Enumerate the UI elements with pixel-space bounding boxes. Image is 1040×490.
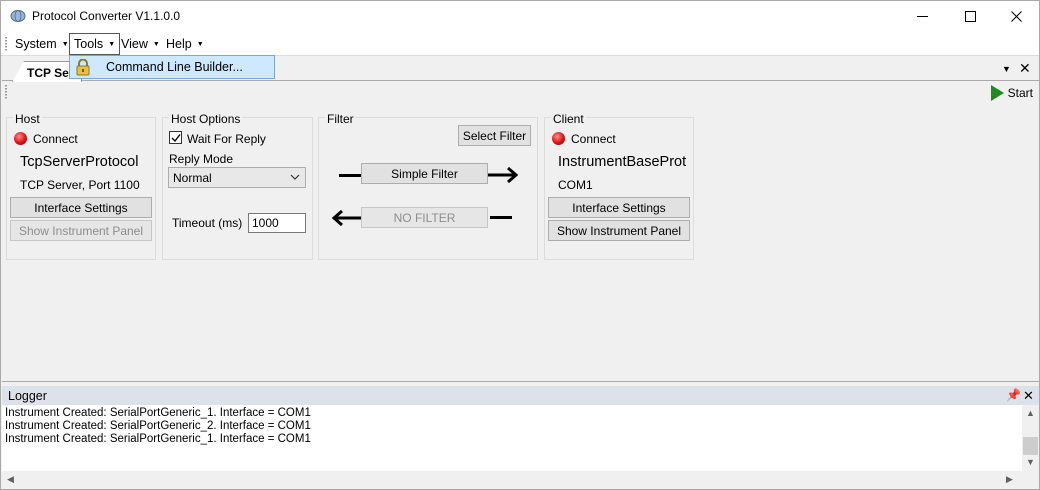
- log-line: Instrument Created: SerialPortGeneric_1.…: [5, 407, 311, 419]
- logger-vertical-scrollbar[interactable]: ▲ ▼: [1022, 405, 1039, 471]
- client-interface-settings-button[interactable]: Interface Settings: [548, 197, 690, 218]
- title-bar: Protocol Converter V1.1.0.0: [1, 1, 1039, 32]
- host-protocol-name: TcpServerProtocol: [20, 154, 139, 170]
- client-connect-led-icon: [552, 132, 565, 145]
- chevron-down-icon: [290, 174, 300, 180]
- toolbar: Start: [2, 82, 1039, 106]
- start-button[interactable]: Start: [990, 85, 1033, 101]
- host-show-instrument-panel-button[interactable]: Show Instrument Panel: [10, 220, 152, 241]
- menu-view[interactable]: View ▼: [117, 33, 164, 55]
- scroll-thumb[interactable]: [1023, 437, 1038, 455]
- select-filter-button[interactable]: Select Filter: [458, 125, 531, 146]
- forward-arrow-tail: [339, 174, 361, 177]
- app-icon: [10, 10, 26, 22]
- host-connect-label: Connect: [33, 132, 78, 146]
- scroll-down-icon[interactable]: ▼: [1026, 457, 1035, 467]
- host-interface-settings-button[interactable]: Interface Settings: [10, 197, 152, 218]
- menu-grip: [5, 37, 7, 51]
- reply-mode-select[interactable]: Normal: [168, 167, 306, 188]
- timeout-label: Timeout (ms): [172, 216, 243, 230]
- host-protocol-detail: TCP Server, Port 1100: [20, 178, 140, 192]
- log-line: Instrument Created: SerialPortGeneric_1.…: [5, 433, 311, 445]
- tab-label: TCP Ser: [27, 66, 74, 80]
- host-group-title: Host: [13, 112, 42, 126]
- reverse-arrow-tail: [490, 216, 512, 219]
- logger-horizontal-scrollbar[interactable]: ◀ ▶: [2, 471, 1039, 488]
- logger-header: Logger 📌 ✕: [2, 386, 1039, 405]
- client-group-title: Client: [551, 112, 586, 126]
- client-show-instrument-panel-button[interactable]: Show Instrument Panel: [548, 220, 690, 241]
- reply-mode-value: Normal: [173, 171, 212, 185]
- wait-for-reply-label: Wait For Reply: [187, 132, 266, 146]
- no-filter-button[interactable]: NO FILTER: [361, 207, 488, 228]
- menu-system-label: System: [15, 37, 57, 51]
- menu-help[interactable]: Help ▼: [162, 33, 208, 55]
- maximize-icon: [964, 11, 976, 22]
- simple-filter-button[interactable]: Simple Filter: [361, 163, 488, 184]
- tools-dropdown-item-command-line-builder[interactable]: Command Line Builder...: [69, 55, 275, 79]
- logger-title: Logger: [8, 389, 47, 403]
- pin-icon[interactable]: 📌: [1006, 388, 1021, 402]
- log-line: Instrument Created: SerialPortGeneric_2.…: [5, 420, 311, 432]
- host-options-title: Host Options: [169, 112, 243, 126]
- caret-down-icon: ▼: [61, 40, 69, 48]
- menu-view-label: View: [121, 37, 148, 51]
- start-label: Start: [1007, 86, 1033, 100]
- timeout-input[interactable]: 1000: [248, 213, 306, 233]
- lock-icon: [76, 59, 90, 76]
- host-group: Host Connect TcpServerProtocol TCP Serve…: [6, 112, 156, 260]
- scroll-up-icon[interactable]: ▲: [1026, 408, 1035, 418]
- minimize-icon: [916, 15, 928, 17]
- logger-output[interactable]: Instrument Created: SerialPortGeneric_1.…: [2, 405, 1039, 471]
- command-line-builder-label: Command Line Builder...: [106, 60, 243, 74]
- menu-tools-label: Tools: [74, 37, 104, 51]
- filter-group: Filter Select Filter Simple Filter NO FI…: [318, 112, 538, 260]
- reply-mode-label: Reply Mode: [169, 152, 234, 166]
- maximize-button[interactable]: [947, 1, 993, 32]
- menu-help-label: Help: [166, 37, 192, 51]
- menu-system[interactable]: System ▼: [11, 33, 73, 55]
- wait-for-reply-checkbox[interactable]: [169, 131, 182, 144]
- client-protocol-detail: COM1: [558, 178, 593, 192]
- client-protocol-name: InstrumentBaseProt: [558, 154, 687, 170]
- caret-down-icon: ▼: [196, 40, 204, 48]
- client-connect-label: Connect: [571, 132, 616, 146]
- menu-bar: System ▼ Tools ▼ View ▼ Help ▼: [1, 32, 1039, 56]
- host-connect-led-icon: [14, 132, 27, 145]
- scroll-left-icon[interactable]: ◀: [7, 474, 14, 485]
- minimize-button[interactable]: [899, 1, 945, 32]
- scroll-right-icon[interactable]: ▶: [1006, 474, 1013, 485]
- caret-down-icon: ▼: [108, 40, 116, 48]
- arrow-left-icon: [331, 209, 361, 227]
- logger-close-icon[interactable]: ✕: [1023, 388, 1034, 404]
- caret-down-icon: ▼: [152, 40, 160, 48]
- client-group: Client Connect InstrumentBaseProt COM1 I…: [544, 112, 694, 260]
- close-window-button[interactable]: [993, 1, 1039, 32]
- tab-list-dropdown-icon[interactable]: ▼: [1002, 64, 1011, 74]
- window-title: Protocol Converter V1.1.0.0: [32, 9, 181, 23]
- menu-tools[interactable]: Tools ▼: [69, 33, 121, 55]
- app-window: Protocol Converter V1.1.0.0 System ▼ Tool…: [0, 0, 1040, 490]
- play-icon: [990, 85, 1004, 101]
- main-content: Host Connect TcpServerProtocol TCP Serve…: [2, 106, 1039, 382]
- host-options-group: Host Options Wait For Reply Reply Mode N…: [162, 112, 313, 260]
- close-icon: [1010, 11, 1022, 22]
- filter-group-title: Filter: [325, 112, 356, 126]
- arrow-right-icon: [488, 166, 519, 184]
- tab-close-icon[interactable]: ✕: [1019, 60, 1031, 77]
- toolbar-grip: [5, 85, 7, 99]
- checkmark-icon: [171, 134, 181, 143]
